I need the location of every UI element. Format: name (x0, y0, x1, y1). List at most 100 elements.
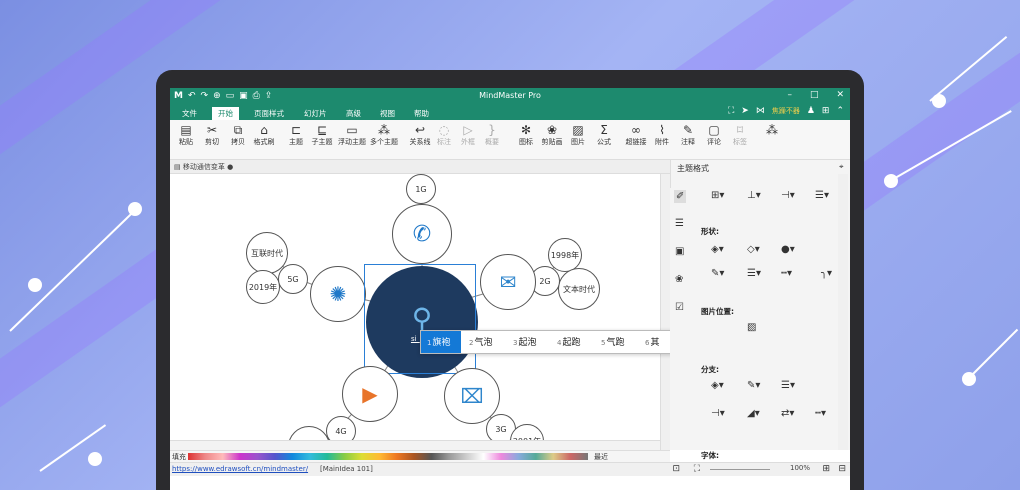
branch-curve-icon[interactable]: ◢▾ (747, 408, 760, 419)
shadow-icon[interactable]: ●▾ (781, 244, 795, 255)
canvas-horizontal-scrollbar[interactable] (170, 440, 660, 450)
pen-icon: ✎ (682, 123, 694, 137)
video-icon[interactable]: ▶ (342, 366, 398, 422)
clipart-tab-icon[interactable]: ❀ (675, 274, 683, 285)
connector-icon[interactable]: ⊣▾ (781, 190, 795, 201)
minimize-icon[interactable]: – (787, 90, 792, 100)
summary-icon: } (488, 123, 496, 137)
menu-slideshow[interactable]: 幻灯片 (298, 107, 333, 120)
canvas-vertical-scrollbar[interactable] (660, 174, 670, 450)
zoom-slider[interactable] (710, 469, 770, 470)
ime-candidate[interactable]: 2气泡 (469, 335, 492, 348)
border-color-icon[interactable]: ✎▾ (711, 268, 724, 279)
phone-icon[interactable]: ✆ (392, 204, 452, 264)
ime-candidate[interactable]: 4起跑 (557, 335, 580, 348)
window-controls: – □ ✕ (787, 90, 844, 100)
branch-dash-icon[interactable]: ┅▾ (815, 408, 826, 419)
summary-label: 概要 (485, 138, 499, 146)
layout-icon[interactable]: ⊞▾ (711, 190, 724, 201)
list-tab-icon[interactable]: ☰ (675, 218, 684, 229)
ribbon-toolbar: ▤ 粘贴 ✂ 剪切 ⧉ 拷贝 ⌂ 格式刷 ⊏ 主题 ⊑ 子主题 ▭ 浮动主题 ⁂ 多个主题 ↩ 关… (170, 120, 850, 160)
document-tab[interactable]: ▤ 移动通信变革 ● (174, 162, 233, 172)
color-swatches[interactable] (188, 453, 588, 460)
multi-topic-button[interactable]: ⁂ 多个主题 (370, 123, 398, 147)
more-button[interactable]: ⁂ (760, 123, 784, 137)
mindmap-canvas[interactable]: 1G ✆ 1998年 文本时代 2G ✉ 互联时代 2019年 5G ✺ ⚲ s… (170, 174, 660, 450)
shirt-icon[interactable]: ♟ (807, 106, 815, 116)
menu-advanced[interactable]: 高级 (340, 107, 367, 120)
node-text-era[interactable]: 文本时代 (558, 268, 600, 310)
menu-file[interactable]: 文件 (176, 107, 203, 120)
decorative-dot (88, 452, 102, 466)
floating-topic-label: 浮动主题 (338, 138, 366, 146)
website-link[interactable]: https://www.edrawsoft.cn/mindmaster/ (172, 465, 308, 473)
sigma-icon: Σ (600, 123, 608, 137)
fill-icon[interactable]: ◈▾ (711, 244, 724, 255)
send-icon[interactable]: ➤ (741, 106, 749, 116)
apps-icon[interactable]: ⊞ (822, 106, 830, 116)
menu-bar: 文件 开始 页面样式 幻灯片 高级 视图 帮助 ⛶ ➤ ⋈ 焦躁不器 ♟ ⊞ ⌃ (170, 106, 850, 120)
fullscreen-icon[interactable]: ⛶ (728, 106, 734, 116)
brush-tab-icon[interactable]: ✐ (674, 190, 687, 203)
menu-page-style[interactable]: 页面样式 (248, 107, 290, 120)
menu-home[interactable]: 开始 (212, 107, 239, 120)
ime-candidate[interactable]: 5气跑 (601, 335, 624, 348)
panel-toggle-icon[interactable]: ⊟ (838, 464, 846, 474)
fit-icon[interactable]: ⊡ (672, 464, 680, 474)
brush-icon: ⌂ (260, 123, 268, 137)
share-icon[interactable]: ⋈ (756, 106, 765, 116)
format-painter-label: 格式刷 (253, 138, 275, 146)
shape-icon[interactable]: ◇▾ (747, 244, 760, 255)
dash-style-icon[interactable]: ┅▾ (781, 268, 792, 279)
subtopic-button[interactable]: ⊑ 子主题 (310, 123, 334, 147)
branch-color-icon[interactable]: ✎▾ (747, 380, 760, 391)
ime-candidate-number: 2 (469, 339, 474, 347)
boundary-icon: ▷ (463, 123, 473, 137)
image-position-icon[interactable]: ▨ (747, 322, 756, 333)
menu-view[interactable]: 视图 (374, 107, 401, 120)
decorative-dot (128, 202, 142, 216)
format-painter-button[interactable]: ⌂ 格式刷 (252, 123, 276, 147)
menu-help[interactable]: 帮助 (408, 107, 435, 120)
line-weight-icon[interactable]: ☰▾ (747, 268, 761, 279)
ime-candidate[interactable]: 3起泡 (513, 335, 536, 348)
fill-label: 填充 (172, 453, 186, 461)
node-1g[interactable]: 1G (406, 174, 436, 204)
mail-icon[interactable]: ✉ (480, 254, 536, 310)
floating-topic-button[interactable]: ▭ 浮动主题 (338, 123, 366, 147)
network-icon[interactable]: ✺ (310, 266, 366, 322)
branch-connector-icon[interactable]: ⊣▾ (711, 408, 725, 419)
corner-icon[interactable]: ╮▾ (821, 268, 832, 279)
document-tab-label: 移动通信变革 (182, 163, 225, 171)
ime-candidate-number: 3 (513, 339, 518, 347)
title-bar: M ↶ ↷ ⊕ ▭ ▣ ⎙ ⇪ MindMaster Pro – □ ✕ (170, 88, 850, 106)
branch-arrow-icon[interactable]: ⇄▾ (781, 408, 794, 419)
tag-label: 标签 (733, 138, 747, 146)
node-1998[interactable]: 1998年 (548, 238, 582, 272)
decorative-dot (884, 174, 898, 188)
panel-scrollbar[interactable] (838, 174, 848, 450)
node-5g[interactable]: 5G (278, 264, 308, 294)
formula-button[interactable]: Σ 公式 (592, 123, 616, 147)
ime-candidate[interactable]: 6其 (645, 335, 659, 348)
image-tab-icon[interactable]: ▣ (675, 246, 684, 257)
collapse-icon[interactable]: ⌃ (836, 106, 844, 116)
gear-icon: ✻ (520, 123, 532, 137)
fit-page-icon[interactable]: ⊞ (822, 464, 830, 474)
ime-candidate-text: 气跑 (606, 338, 625, 348)
status-bar: https://www.edrawsoft.cn/mindmaster/ [Ma… (170, 462, 850, 476)
numbering-icon[interactable]: ☰▾ (815, 190, 829, 201)
summary-button[interactable]: } 概要 (480, 123, 504, 147)
branch-weight-icon[interactable]: ☰▾ (781, 380, 795, 391)
tag-button[interactable]: ⌑ 标签 (728, 123, 752, 147)
node-2019[interactable]: 2019年 (246, 270, 280, 304)
ime-candidate[interactable]: 1旗袍 (427, 335, 450, 348)
expand-icon[interactable]: ⛶ (694, 464, 700, 474)
pin-icon[interactable]: ⌖ (839, 162, 844, 172)
branch-fill-icon[interactable]: ◈▾ (711, 380, 724, 391)
close-icon[interactable]: ✕ (836, 90, 844, 100)
task-tab-icon[interactable]: ☑ (675, 302, 684, 313)
floating-topic-icon: ▭ (346, 123, 358, 137)
maximize-icon[interactable]: □ (810, 90, 819, 100)
structure-icon[interactable]: ⊥▾ (747, 190, 761, 201)
